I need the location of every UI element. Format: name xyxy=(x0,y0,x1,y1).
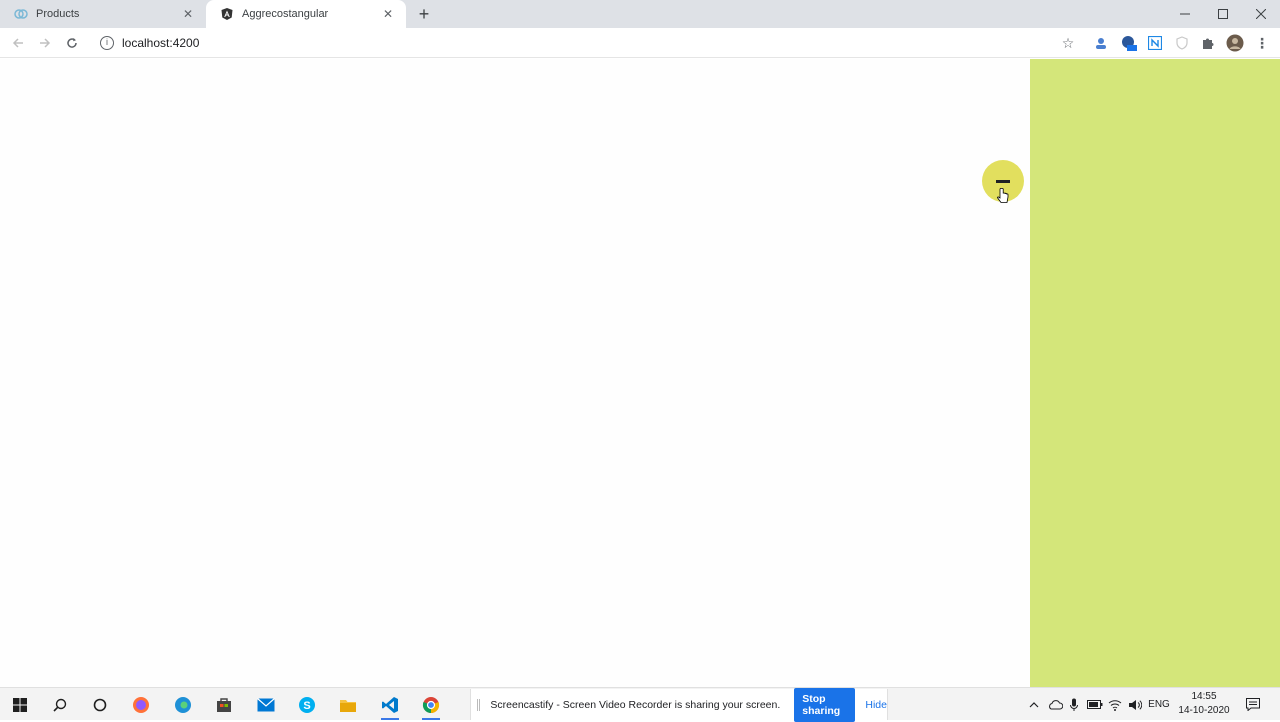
microphone-icon[interactable] xyxy=(1066,688,1082,721)
close-tab-icon[interactable]: ✕ xyxy=(180,6,196,22)
screen-share-notification: Screencastify - Screen Video Recorder is… xyxy=(470,687,888,722)
angular-favicon-icon xyxy=(220,7,234,21)
drag-handle-icon[interactable] xyxy=(477,698,481,711)
battery-icon[interactable] xyxy=(1086,688,1104,721)
vscode-icon[interactable] xyxy=(377,692,403,720)
volume-icon[interactable] xyxy=(1126,688,1144,721)
firefox-icon[interactable] xyxy=(128,692,154,718)
hand-cursor-icon xyxy=(997,188,1009,203)
stop-sharing-button[interactable]: Stop sharing xyxy=(794,687,856,722)
back-icon[interactable] xyxy=(8,33,28,53)
notification-center-icon[interactable] xyxy=(1242,688,1264,721)
share-message: Screencastify - Screen Video Recorder is… xyxy=(490,698,781,711)
extension-na-icon[interactable] xyxy=(1120,34,1138,52)
system-clock[interactable]: 14:55 14-10-2020 xyxy=(1172,690,1236,718)
hide-button[interactable]: Hide xyxy=(865,699,887,711)
onedrive-icon[interactable] xyxy=(1046,688,1064,721)
cortana-icon[interactable] xyxy=(87,692,113,718)
tab-title: Aggrecostangular xyxy=(242,8,329,20)
new-tab-icon[interactable]: + xyxy=(414,4,434,24)
bookmark-star-icon[interactable]: ☆ xyxy=(1059,34,1077,52)
minimize-icon[interactable] xyxy=(1166,0,1204,28)
forward-icon[interactable] xyxy=(35,33,55,53)
page-content xyxy=(0,59,1280,687)
skype-icon[interactable]: S xyxy=(294,692,320,718)
tab-products[interactable]: Products ✕ xyxy=(0,0,206,28)
clock-time: 14:55 xyxy=(1191,691,1217,702)
tab-aggrecostangular[interactable]: Aggrecostangular ✕ xyxy=(206,0,406,28)
site-info-icon[interactable]: i xyxy=(100,36,114,50)
tab-strip: Products ✕ Aggrecostangular ✕ + xyxy=(0,0,1280,28)
windows-start-icon[interactable] xyxy=(7,692,33,718)
tab-title: Products xyxy=(36,8,80,20)
clock-date: 14-10-2020 xyxy=(1178,705,1230,716)
reload-icon[interactable] xyxy=(62,33,82,53)
close-tab-icon[interactable]: ✕ xyxy=(380,6,396,22)
store-icon[interactable] xyxy=(211,692,237,718)
extension-profile-icon[interactable] xyxy=(1092,34,1110,52)
maximize-icon[interactable] xyxy=(1204,0,1242,28)
extension-n-icon[interactable] xyxy=(1146,34,1164,52)
profile-avatar-icon[interactable] xyxy=(1226,34,1244,52)
edge-icon[interactable] xyxy=(170,692,196,718)
input-language[interactable]: ENG xyxy=(1146,688,1172,721)
extension-shield-icon[interactable] xyxy=(1173,34,1191,52)
svg-text:S: S xyxy=(303,700,310,712)
window-close-icon[interactable] xyxy=(1242,0,1280,28)
wifi-icon[interactable] xyxy=(1106,688,1124,721)
chevron-up-icon[interactable] xyxy=(1026,688,1042,721)
minus-icon xyxy=(996,179,1010,183)
url-text: localhost:4200 xyxy=(122,36,200,50)
windows-taskbar: S Screencastify - Screen Video Recorder … xyxy=(0,687,1280,722)
search-icon[interactable] xyxy=(47,692,73,718)
side-panel xyxy=(1030,59,1280,687)
mail-icon[interactable] xyxy=(253,692,279,718)
products-favicon-icon xyxy=(14,7,28,21)
address-bar[interactable]: i localhost:4200 xyxy=(92,31,1086,55)
extensions-puzzle-icon[interactable] xyxy=(1199,34,1217,52)
browser-toolbar: i localhost:4200 ☆ ⋮ xyxy=(0,28,1280,58)
browser-menu-icon[interactable]: ⋮ xyxy=(1253,34,1271,52)
file-explorer-icon[interactable] xyxy=(335,692,361,718)
chrome-icon[interactable] xyxy=(418,692,444,720)
